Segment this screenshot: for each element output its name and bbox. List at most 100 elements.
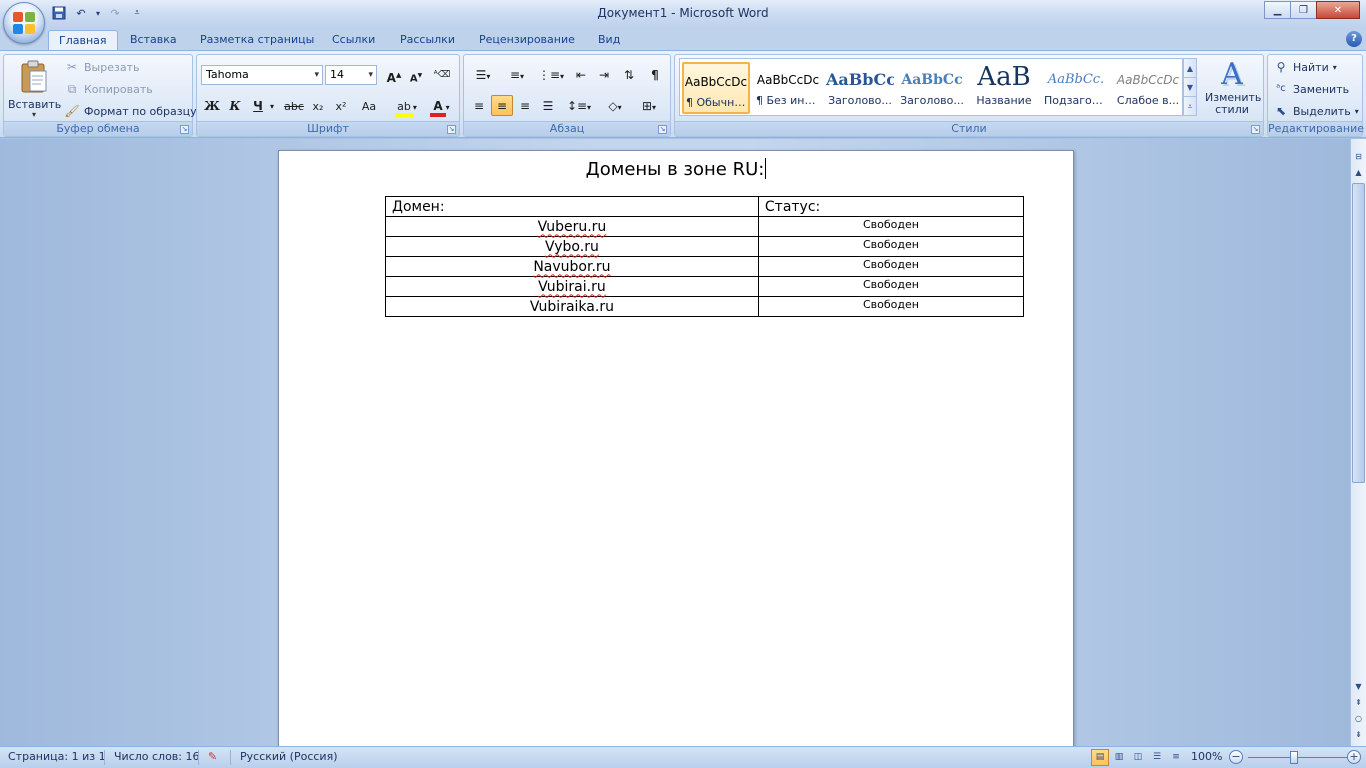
domain-table[interactable]: Домен: Статус: Vuberu.ru Свободен Vybo.r… xyxy=(385,196,1025,317)
increase-indent-icon[interactable]: ⇥ xyxy=(593,64,615,85)
find-button[interactable]: ⚲ Найти ▾ xyxy=(1273,57,1337,77)
superscript-button[interactable]: x² xyxy=(330,95,352,116)
font-family-combo[interactable]: Tahoma xyxy=(201,65,323,85)
zoom-in-icon[interactable]: + xyxy=(1347,750,1361,764)
clipboard-dialog-launcher-icon[interactable]: ↘ xyxy=(180,125,189,134)
scroll-up-icon[interactable]: ▲ xyxy=(1352,165,1365,180)
browse-object-icon[interactable]: ○ xyxy=(1352,711,1365,726)
style-normal[interactable]: AaBbCcDc ¶ Обычный xyxy=(682,62,750,114)
gallery-more-icon[interactable]: ⩡ xyxy=(1184,97,1196,116)
tab-home[interactable]: Главная xyxy=(48,30,118,50)
grow-font-icon[interactable]: A▲ xyxy=(383,64,405,85)
document-workspace[interactable]: Домены в зоне RU: Домен: Статус: Vuberu.… xyxy=(0,139,1350,768)
scroll-thumb[interactable] xyxy=(1352,183,1365,483)
domain-cell[interactable]: Vubiraika.ru xyxy=(385,296,759,317)
align-right-icon[interactable]: ≡ xyxy=(514,95,536,116)
sort-icon[interactable]: ⇅ xyxy=(618,64,640,85)
shrink-font-icon[interactable]: A▼ xyxy=(405,64,427,85)
minimize-button[interactable]: ▁ xyxy=(1264,1,1291,19)
underline-dropdown-icon[interactable]: ▾ xyxy=(267,95,277,116)
underline-button[interactable]: Ч xyxy=(247,95,269,116)
font-dialog-launcher-icon[interactable]: ↘ xyxy=(447,125,456,134)
subscript-button[interactable]: x₂ xyxy=(307,95,329,116)
font-color-icon[interactable]: A ▾ xyxy=(425,95,455,117)
tab-references[interactable]: Ссылки xyxy=(322,30,385,50)
align-left-icon[interactable]: ≡ xyxy=(468,95,490,116)
style-subtle-emphasis[interactable]: AaBbCcDc Слабое в... xyxy=(1114,62,1182,114)
italic-button[interactable]: К xyxy=(224,95,246,116)
format-painter-button[interactable]: 🖌 Формат по образцу xyxy=(64,101,196,121)
outline-view-icon[interactable]: ☰ xyxy=(1148,749,1166,766)
full-screen-reading-icon[interactable]: ▥ xyxy=(1110,749,1128,766)
status-cell[interactable]: Свободен xyxy=(757,256,1025,277)
justify-icon[interactable]: ☰ xyxy=(537,95,559,116)
zoom-slider-thumb[interactable] xyxy=(1290,751,1298,764)
domain-cell[interactable]: Vubirai.ru xyxy=(385,276,759,297)
tab-mailings[interactable]: Рассылки xyxy=(390,30,465,50)
status-cell[interactable]: Свободен xyxy=(757,236,1025,257)
draft-view-icon[interactable]: ≡ xyxy=(1167,749,1185,766)
gallery-down-icon[interactable]: ▼ xyxy=(1184,78,1196,97)
zoom-slider-track[interactable] xyxy=(1248,757,1348,758)
restore-button[interactable]: ❐ xyxy=(1290,1,1317,19)
next-page-icon[interactable]: ⇟ xyxy=(1352,727,1365,742)
ruler-toggle-icon[interactable]: ⊟ xyxy=(1352,149,1365,164)
clear-formatting-icon[interactable]: ᴬ⌫ xyxy=(431,64,453,85)
domain-cell[interactable]: Vybo.ru xyxy=(385,236,759,257)
bullets-icon[interactable]: ☰▾ xyxy=(468,64,498,85)
zoom-out-icon[interactable]: − xyxy=(1229,750,1243,764)
paste-dropdown-icon[interactable]: ▾ xyxy=(8,111,60,119)
line-spacing-icon[interactable]: ↕≡▾ xyxy=(564,95,594,116)
show-formatting-marks-icon[interactable]: ¶ xyxy=(644,64,666,85)
style-heading-2[interactable]: AaBbCc Заголово... xyxy=(898,62,966,114)
multilevel-list-icon[interactable]: ⋮≡▾ xyxy=(536,64,566,85)
tab-view[interactable]: Вид xyxy=(588,30,630,50)
shading-icon[interactable]: ◇▾ xyxy=(600,95,630,116)
help-icon[interactable]: ? xyxy=(1346,31,1362,47)
tab-page-layout[interactable]: Разметка страницы xyxy=(190,30,324,50)
tab-review[interactable]: Рецензирование xyxy=(469,30,585,50)
align-center-icon[interactable]: ≡ xyxy=(491,95,513,116)
zoom-level[interactable]: 100% xyxy=(1191,750,1222,763)
language-indicator[interactable]: Русский (Россия) xyxy=(240,750,338,763)
change-styles-button[interactable]: A Изменить стили xyxy=(1203,58,1261,120)
decrease-indent-icon[interactable]: ⇤ xyxy=(570,64,592,85)
cut-button[interactable]: ✂ Вырезать xyxy=(64,57,140,77)
tab-insert[interactable]: Вставка xyxy=(120,30,187,50)
table-header-cell[interactable]: Статус: xyxy=(757,196,1025,217)
styles-dialog-launcher-icon[interactable]: ↘ xyxy=(1251,125,1260,134)
change-case-button[interactable]: Aa xyxy=(355,95,383,116)
replace-button[interactable]: ᵃc Заменить xyxy=(1273,79,1349,99)
close-button[interactable]: ✕ xyxy=(1316,1,1360,19)
style-title[interactable]: AaB Название xyxy=(970,62,1038,114)
domain-cell[interactable]: Vuberu.ru xyxy=(385,216,759,237)
style-no-spacing[interactable]: AaBbCcDc ¶ Без инте... xyxy=(754,62,822,114)
domain-cell[interactable]: Navubor.ru xyxy=(385,256,759,277)
gallery-up-icon[interactable]: ▲ xyxy=(1184,59,1196,78)
font-size-combo[interactable]: 14 xyxy=(325,65,377,85)
status-cell[interactable]: Свободен xyxy=(757,216,1025,237)
previous-page-icon[interactable]: ⇞ xyxy=(1352,695,1365,710)
select-button[interactable]: ⬉ Выделить ▾ xyxy=(1273,101,1359,121)
strikethrough-button[interactable]: abc xyxy=(283,95,305,116)
page-count[interactable]: Страница: 1 из 1 xyxy=(8,750,106,763)
style-subtitle[interactable]: AaBbCc. Подзагол... xyxy=(1042,62,1110,114)
office-button[interactable] xyxy=(3,2,45,44)
style-heading-1[interactable]: AaBbCc Заголово... xyxy=(826,62,894,114)
document-heading[interactable]: Домены в зоне RU: xyxy=(279,158,1073,180)
status-cell[interactable]: Свободен xyxy=(757,296,1025,317)
bold-button[interactable]: Ж xyxy=(201,95,223,116)
paragraph-dialog-launcher-icon[interactable]: ↘ xyxy=(658,125,667,134)
numbering-icon[interactable]: ≡▾ xyxy=(502,64,532,85)
highlight-color-icon[interactable]: ab ▾ xyxy=(391,95,421,117)
word-count[interactable]: Число слов: 16 xyxy=(114,750,200,763)
scroll-down-icon[interactable]: ▼ xyxy=(1352,679,1365,694)
proofing-icon[interactable]: ✎ xyxy=(208,750,217,763)
paste-button[interactable]: Вставить ▾ xyxy=(8,58,61,120)
borders-icon[interactable]: ⊞▾ xyxy=(634,95,664,116)
document-page[interactable]: Домены в зоне RU: Домен: Статус: Vuberu.… xyxy=(278,150,1074,768)
print-layout-icon[interactable]: ▤ xyxy=(1091,749,1109,766)
copy-button[interactable]: ⧉ Копировать xyxy=(64,79,153,99)
vertical-scrollbar[interactable]: ⊟ ▲ ▼ ⇞ ○ ⇟ xyxy=(1350,139,1366,746)
status-cell[interactable]: Свободен xyxy=(757,276,1025,297)
